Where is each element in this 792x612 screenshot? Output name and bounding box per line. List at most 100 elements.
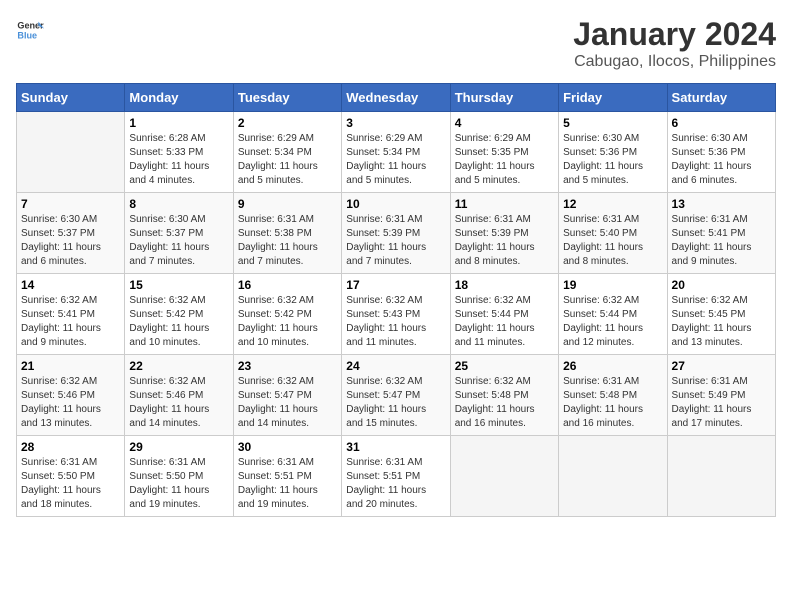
day-number: 25 [455, 359, 554, 373]
day-number: 30 [238, 440, 337, 454]
calendar-cell: 8 Sunrise: 6:30 AMSunset: 5:37 PMDaylight… [125, 193, 233, 274]
calendar-cell: 4Sunrise: 6:29 AMSunset: 5:35 PMDaylight… [450, 112, 558, 193]
day-number: 26 [563, 359, 662, 373]
calendar-cell: 28 Sunrise: 6:31 AMSunset: 5:50 PMDayligh… [17, 436, 125, 517]
day-number: 1 [129, 116, 228, 130]
calendar-week-5: 28 Sunrise: 6:31 AMSunset: 5:50 PMDayligh… [17, 436, 776, 517]
day-info: Sunrise: 6:32 AMSunset: 5:44 PMDaylight:… [563, 294, 662, 350]
calendar-cell: 20 Sunrise: 6:32 AMSunset: 5:45 PMDayligh… [667, 274, 775, 355]
calendar-week-4: 21 Sunrise: 6:32 AMSunset: 5:46 PMDayligh… [17, 355, 776, 436]
calendar-cell: 29 Sunrise: 6:31 AMSunset: 5:50 PMDayligh… [125, 436, 233, 517]
day-info: Sunrise: 6:32 AMSunset: 5:42 PMDaylight:… [129, 294, 228, 350]
day-number: 5 [563, 116, 662, 130]
calendar-cell: 21 Sunrise: 6:32 AMSunset: 5:46 PMDayligh… [17, 355, 125, 436]
logo-icon: General Blue [16, 16, 44, 44]
day-info: Sunrise: 6:31 AMSunset: 5:41 PMDaylight:… [672, 213, 771, 269]
day-info: Sunrise: 6:32 AMSunset: 5:47 PMDaylight:… [238, 375, 337, 431]
day-number: 15 [129, 278, 228, 292]
calendar-cell [17, 112, 125, 193]
calendar-week-3: 14 Sunrise: 6:32 AMSunset: 5:41 PMDayligh… [17, 274, 776, 355]
day-info: Sunrise: 6:29 AMSunset: 5:34 PMDaylight:… [346, 132, 445, 188]
day-number: 8 [129, 197, 228, 211]
day-number: 13 [672, 197, 771, 211]
calendar-cell: 11Sunrise: 6:31 AMSunset: 5:39 PMDayligh… [450, 193, 558, 274]
calendar-week-1: 1 Sunrise: 6:28 AMSunset: 5:33 PMDaylight… [17, 112, 776, 193]
day-number: 29 [129, 440, 228, 454]
day-info: Sunrise: 6:30 AMSunset: 5:37 PMDaylight:… [21, 213, 120, 269]
calendar-week-2: 7Sunrise: 6:30 AMSunset: 5:37 PMDaylight… [17, 193, 776, 274]
day-info: Sunrise: 6:31 AMSunset: 5:48 PMDaylight:… [563, 375, 662, 431]
calendar-cell: 16 Sunrise: 6:32 AMSunset: 5:42 PMDayligh… [233, 274, 341, 355]
day-info: Sunrise: 6:32 AMSunset: 5:46 PMDaylight:… [21, 375, 120, 431]
day-info: Sunrise: 6:31 AMSunset: 5:38 PMDaylight:… [238, 213, 337, 269]
day-number: 27 [672, 359, 771, 373]
calendar-cell: 2 Sunrise: 6:29 AMSunset: 5:34 PMDaylight… [233, 112, 341, 193]
weekday-header-sunday: Sunday [17, 84, 125, 112]
calendar-table: SundayMondayTuesdayWednesdayThursdayFrid… [16, 83, 776, 517]
title-area: January 2024 Cabugao, Ilocos, Philippine… [573, 16, 776, 71]
day-number: 22 [129, 359, 228, 373]
weekday-header-thursday: Thursday [450, 84, 558, 112]
weekday-header-saturday: Saturday [667, 84, 775, 112]
day-info: Sunrise: 6:31 AMSunset: 5:50 PMDaylight:… [21, 456, 120, 512]
day-info: Sunrise: 6:31 AMSunset: 5:51 PMDaylight:… [238, 456, 337, 512]
day-info: Sunrise: 6:32 AMSunset: 5:48 PMDaylight:… [455, 375, 554, 431]
day-number: 21 [21, 359, 120, 373]
day-number: 12 [563, 197, 662, 211]
day-number: 3 [346, 116, 445, 130]
main-title: January 2024 [573, 16, 776, 53]
calendar-cell [559, 436, 667, 517]
day-info: Sunrise: 6:29 AMSunset: 5:34 PMDaylight:… [238, 132, 337, 188]
calendar-cell: 15 Sunrise: 6:32 AMSunset: 5:42 PMDayligh… [125, 274, 233, 355]
day-info: Sunrise: 6:32 AMSunset: 5:46 PMDaylight:… [129, 375, 228, 431]
header: General Blue January 2024 Cabugao, Iloco… [16, 16, 776, 71]
day-number: 20 [672, 278, 771, 292]
day-info: Sunrise: 6:31 AMSunset: 5:49 PMDaylight:… [672, 375, 771, 431]
day-number: 2 [238, 116, 337, 130]
day-number: 14 [21, 278, 120, 292]
calendar-cell: 5 Sunrise: 6:30 AMSunset: 5:36 PMDaylight… [559, 112, 667, 193]
day-number: 19 [563, 278, 662, 292]
day-info: Sunrise: 6:30 AMSunset: 5:37 PMDaylight:… [129, 213, 228, 269]
day-info: Sunrise: 6:32 AMSunset: 5:43 PMDaylight:… [346, 294, 445, 350]
day-number: 17 [346, 278, 445, 292]
calendar-cell: 3 Sunrise: 6:29 AMSunset: 5:34 PMDaylight… [342, 112, 450, 193]
day-info: Sunrise: 6:31 AMSunset: 5:40 PMDaylight:… [563, 213, 662, 269]
day-info: Sunrise: 6:32 AMSunset: 5:42 PMDaylight:… [238, 294, 337, 350]
calendar-cell: 18Sunrise: 6:32 AMSunset: 5:44 PMDayligh… [450, 274, 558, 355]
day-info: Sunrise: 6:28 AMSunset: 5:33 PMDaylight:… [129, 132, 228, 188]
day-info: Sunrise: 6:30 AMSunset: 5:36 PMDaylight:… [563, 132, 662, 188]
day-info: Sunrise: 6:31 AMSunset: 5:51 PMDaylight:… [346, 456, 445, 512]
calendar-cell: 10Sunrise: 6:31 AMSunset: 5:39 PMDayligh… [342, 193, 450, 274]
calendar-cell: 30 Sunrise: 6:31 AMSunset: 5:51 PMDayligh… [233, 436, 341, 517]
day-info: Sunrise: 6:30 AMSunset: 5:36 PMDaylight:… [672, 132, 771, 188]
day-number: 24 [346, 359, 445, 373]
day-info: Sunrise: 6:32 AMSunset: 5:44 PMDaylight:… [455, 294, 554, 350]
calendar-cell: 31Sunrise: 6:31 AMSunset: 5:51 PMDayligh… [342, 436, 450, 517]
day-info: Sunrise: 6:32 AMSunset: 5:45 PMDaylight:… [672, 294, 771, 350]
calendar-cell: 9 Sunrise: 6:31 AMSunset: 5:38 PMDaylight… [233, 193, 341, 274]
weekday-header-friday: Friday [559, 84, 667, 112]
calendar-cell: 26 Sunrise: 6:31 AMSunset: 5:48 PMDayligh… [559, 355, 667, 436]
calendar-cell: 22 Sunrise: 6:32 AMSunset: 5:46 PMDayligh… [125, 355, 233, 436]
day-number: 11 [455, 197, 554, 211]
day-number: 10 [346, 197, 445, 211]
weekday-header-monday: Monday [125, 84, 233, 112]
day-number: 28 [21, 440, 120, 454]
day-info: Sunrise: 6:32 AMSunset: 5:47 PMDaylight:… [346, 375, 445, 431]
day-number: 16 [238, 278, 337, 292]
calendar-cell: 17 Sunrise: 6:32 AMSunset: 5:43 PMDayligh… [342, 274, 450, 355]
calendar-cell: 14 Sunrise: 6:32 AMSunset: 5:41 PMDayligh… [17, 274, 125, 355]
calendar-cell: 27 Sunrise: 6:31 AMSunset: 5:49 PMDayligh… [667, 355, 775, 436]
logo: General Blue [16, 16, 44, 44]
calendar-cell: 23Sunrise: 6:32 AMSunset: 5:47 PMDayligh… [233, 355, 341, 436]
day-info: Sunrise: 6:31 AMSunset: 5:50 PMDaylight:… [129, 456, 228, 512]
svg-text:Blue: Blue [17, 30, 37, 40]
day-number: 4 [455, 116, 554, 130]
calendar-cell: 25 Sunrise: 6:32 AMSunset: 5:48 PMDayligh… [450, 355, 558, 436]
day-info: Sunrise: 6:32 AMSunset: 5:41 PMDaylight:… [21, 294, 120, 350]
calendar-cell: 13 Sunrise: 6:31 AMSunset: 5:41 PMDayligh… [667, 193, 775, 274]
day-number: 9 [238, 197, 337, 211]
calendar-cell: 19 Sunrise: 6:32 AMSunset: 5:44 PMDayligh… [559, 274, 667, 355]
calendar-cell [450, 436, 558, 517]
